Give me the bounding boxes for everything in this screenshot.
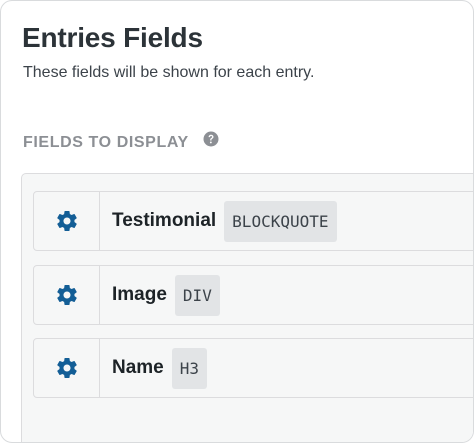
page-title: Entries Fields [22, 22, 203, 53]
question-circle-icon[interactable] [203, 131, 219, 147]
tag-badge: H3 [171, 347, 208, 389]
field-settings-button[interactable] [34, 339, 100, 397]
section-label: FIELDS TO DISPLAY [23, 134, 189, 151]
field-row-image[interactable]: Image DIV [33, 265, 473, 325]
field-content: Testimonial BLOCKQUOTE [100, 192, 337, 250]
field-row-name[interactable]: Name H3 [33, 338, 473, 398]
gear-icon [56, 211, 77, 231]
entries-fields-panel: Entries Fields These fields will be show… [0, 0, 474, 443]
field-content: Name H3 [100, 339, 208, 397]
field-name: Name [112, 357, 164, 378]
field-settings-button[interactable] [34, 266, 100, 324]
field-name: Testimonial [112, 210, 217, 231]
tag-badge: DIV [174, 274, 220, 316]
section-heading: FIELDS TO DISPLAY [23, 131, 219, 153]
tag-badge: BLOCKQUOTE [224, 200, 337, 242]
page-description: These fields will be shown for each entr… [23, 64, 315, 81]
field-settings-button[interactable] [34, 192, 100, 250]
field-name: Image [112, 284, 167, 305]
field-content: Image DIV [100, 266, 220, 324]
gear-icon [56, 285, 77, 305]
field-row-testimonial[interactable]: Testimonial BLOCKQUOTE [33, 191, 473, 251]
gear-icon [56, 358, 77, 378]
